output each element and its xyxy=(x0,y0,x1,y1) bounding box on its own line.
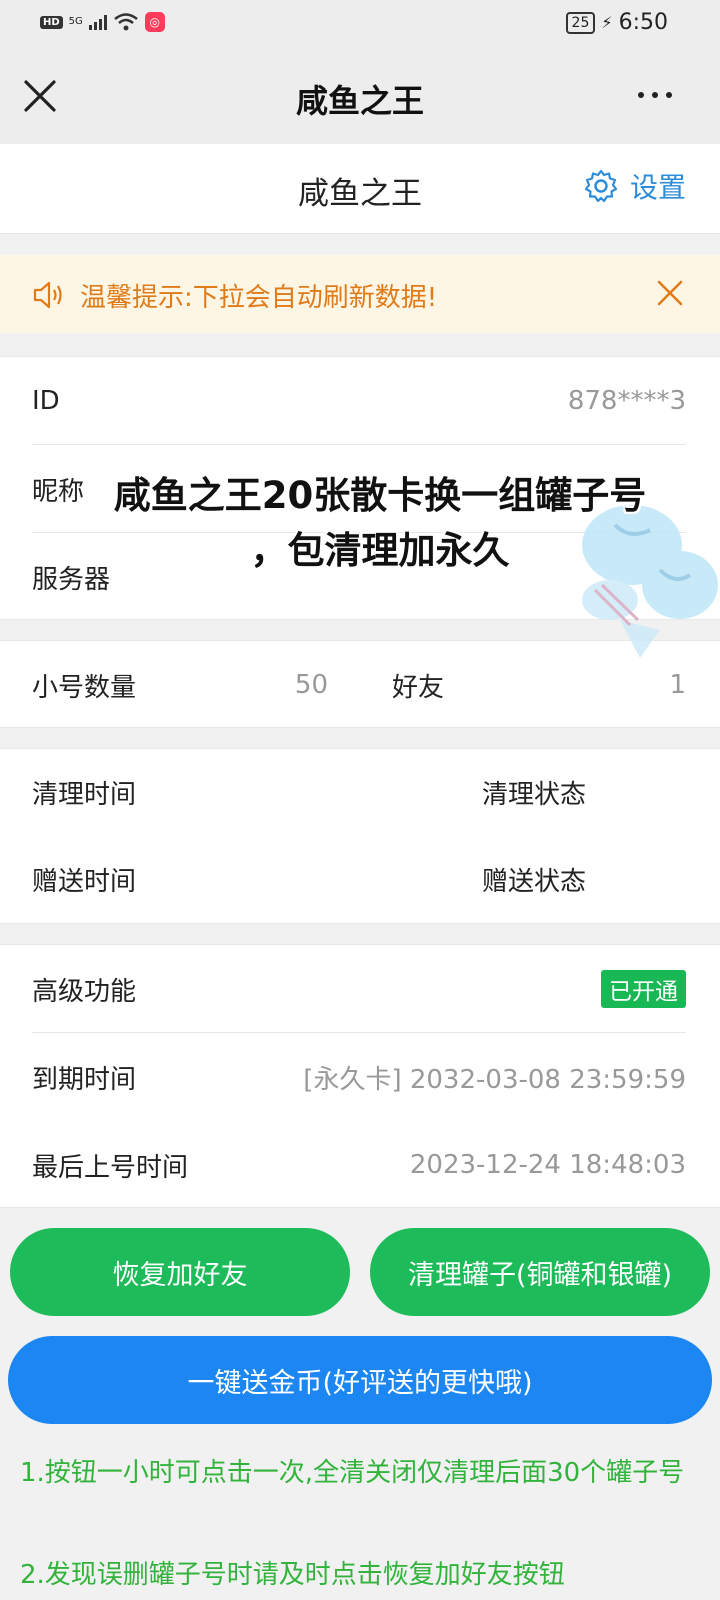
last-login-label: 最后上号时间 xyxy=(32,1152,189,1183)
overlay-line-1: 咸鱼之王20张散卡换一组罐子号 xyxy=(113,474,647,517)
network-type: 5G xyxy=(68,16,83,27)
charging-bolt-icon: ⚡ xyxy=(601,13,613,32)
restore-friends-button[interactable]: 恢复加好友 xyxy=(10,1228,350,1316)
title-bar: 咸鱼之王 xyxy=(0,48,720,144)
accounts-label: 小号数量 xyxy=(32,672,137,703)
status-time: 6:50 xyxy=(618,10,668,35)
id-row: ID 878****3 xyxy=(32,357,686,445)
tip-1: 1.按钮一小时可点击一次,全清关闭仅清理后面30个罐子号 xyxy=(20,1458,685,1488)
signal-icon xyxy=(88,14,107,30)
expire-row: 到期时间 [永久卡] 2032-03-08 23:59:59 xyxy=(32,1033,686,1121)
expire-value: [永久卡] 2032-03-08 23:59:59 xyxy=(303,1064,686,1095)
gift-status-label: 赠送状态 xyxy=(482,867,587,897)
battery-indicator: 25 xyxy=(565,11,596,34)
clean-jars-button[interactable]: 清理罐子(铜罐和银罐) xyxy=(370,1228,710,1316)
accounts-value: 50 xyxy=(294,670,328,700)
hd-badge: HD xyxy=(40,15,63,29)
status-badge: 已开通 xyxy=(601,970,686,1008)
expire-label: 到期时间 xyxy=(32,1064,137,1095)
page-header: 咸鱼之王 设置 xyxy=(0,144,720,234)
id-label: ID xyxy=(32,386,60,416)
window-title: 咸鱼之王 xyxy=(295,82,424,120)
advanced-card: 高级功能 已开通 到期时间 [永久卡] 2032-03-08 23:59:59 … xyxy=(0,944,720,1208)
overlay-line-2: ，包清理加永久 xyxy=(250,529,510,572)
last-login-row: 最后上号时间 2023-12-24 18:48:03 xyxy=(32,1121,686,1209)
clean-time-label: 清理时间 xyxy=(32,780,137,810)
feature-label: 高级功能 xyxy=(32,976,137,1007)
tip-2: 2.发现误删罐子号时请及时点击恢复加好友按钮 xyxy=(20,1560,565,1590)
clean-status-label: 清理状态 xyxy=(482,780,587,810)
wifi-icon xyxy=(114,13,138,31)
settings-button[interactable]: 设置 xyxy=(584,166,686,206)
notice-close-icon[interactable] xyxy=(656,279,684,307)
friends-value: 1 xyxy=(669,670,686,700)
feature-row: 高级功能 已开通 xyxy=(32,945,686,1033)
schedule-card: 清理时间 清理状态 赠送时间 赠送状态 xyxy=(0,748,720,924)
status-left: HD 5G ◎ xyxy=(40,12,165,32)
status-right: 25 ⚡ 6:50 xyxy=(565,10,668,35)
app-badge-icon: ◎ xyxy=(144,12,165,32)
gift-time-label: 赠送时间 xyxy=(32,867,137,897)
id-value: 878****3 xyxy=(567,386,686,416)
last-login-value: 2023-12-24 18:48:03 xyxy=(409,1150,686,1180)
more-dots-icon[interactable] xyxy=(638,92,672,98)
status-bar: HD 5G ◎ 25 ⚡ 6:50 xyxy=(0,0,720,48)
settings-label: 设置 xyxy=(629,171,686,204)
accounts-count: 小号数量 50 xyxy=(32,641,328,729)
gear-icon xyxy=(584,169,618,203)
notice-bar: 温馨提示:下拉会自动刷新数据! xyxy=(0,255,720,333)
speaker-icon xyxy=(33,281,62,309)
friends-label: 好友 xyxy=(392,672,445,703)
overlay-caption: 咸鱼之王20张散卡换一组罐子号 ，包清理加永久 xyxy=(60,468,700,578)
notice-text: 温馨提示:下拉会自动刷新数据! xyxy=(80,283,438,313)
send-coins-button[interactable]: 一键送金币(好评送的更快哦) xyxy=(8,1336,712,1424)
